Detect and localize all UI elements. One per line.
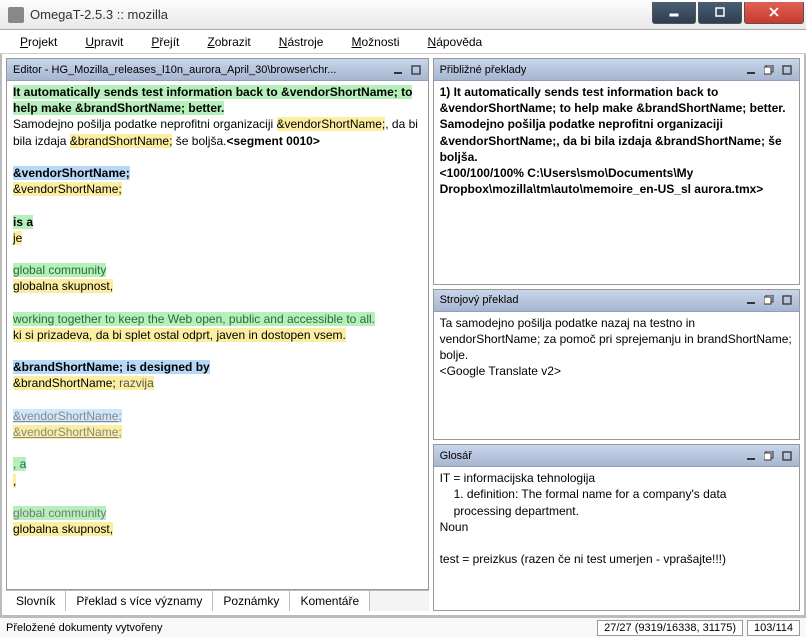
status-bar: Přeložené dokumenty vytvořeny 27/27 (931… (0, 617, 806, 637)
panel-maximize-icon[interactable] (779, 292, 795, 308)
aux-column: Přibližné překlady 1) It automatically s… (433, 58, 800, 611)
panel-maximize-icon[interactable] (408, 62, 424, 78)
panel-minimize-icon[interactable] (390, 62, 406, 78)
tab-komentare[interactable]: Komentáře (290, 591, 370, 611)
gloss-l1: IT = informacijska tehnologija (440, 470, 797, 486)
menu-nastroje[interactable]: Nástroje (267, 32, 336, 52)
close-button[interactable] (744, 2, 804, 24)
glossary-panel: Glosář IT = informacijska tehnologija 1.… (433, 444, 800, 611)
fuzzy-title: Přibližné překlady (440, 64, 741, 76)
tab-slovnik[interactable]: Slovník (6, 591, 66, 611)
mt-header[interactable]: Strojový překlad (434, 290, 799, 312)
menu-upravit[interactable]: Upravit (73, 32, 135, 52)
seg-source: It automatically sends test information … (13, 85, 412, 115)
var2-trg: &vendorShortName; (13, 425, 122, 439)
menu-moznosti[interactable]: Možnosti (339, 32, 411, 52)
seg-target-e: še boljša. (172, 134, 226, 148)
var2-src: &vendorShortName; (13, 409, 122, 423)
comma-src: , a (13, 457, 26, 471)
app-icon (8, 7, 24, 23)
mt-body[interactable]: Ta samodejno pošilja podatke nazaj na te… (434, 312, 799, 440)
seg-target-a: Samodejno pošilja podatke neprofitni org… (13, 117, 277, 131)
panel-minimize-icon[interactable] (743, 62, 759, 78)
comma-trg: , (13, 474, 16, 488)
menu-bar: Projekt Upravit Přejít Zobrazit Nástroje… (0, 30, 806, 54)
menu-prejit[interactable]: Přejít (139, 32, 191, 52)
fuzzy-meta: <100/100/100% C:\Users\smo\Documents\My … (440, 165, 797, 197)
glossary-header[interactable]: Glosář (434, 445, 799, 467)
gc2-trg: globalna skupnost, (13, 522, 113, 536)
work-src: working together to keep the Web open, p… (13, 312, 375, 326)
maximize-button[interactable] (698, 2, 742, 24)
bottom-tabs: Slovník Překlad s více významy Poznámky … (6, 590, 429, 611)
status-progress: 103/114 (747, 620, 800, 636)
panel-minimize-icon[interactable] (743, 292, 759, 308)
fuzzy-trg: Samodejno pošilja podatke neprofitni org… (440, 116, 797, 165)
status-counts: 27/27 (9319/16338, 31175) (597, 620, 743, 636)
seg-target-d: &brandShortName; (70, 134, 173, 148)
panel-restore-icon[interactable] (761, 292, 777, 308)
menu-zobrazit[interactable]: Zobrazit (195, 32, 262, 52)
editor-body[interactable]: It automatically sends test information … (7, 81, 428, 589)
tab-preklad-vice[interactable]: Překlad s více významy (66, 591, 213, 611)
window-titlebar: OmegaT-2.5.3 :: mozilla (0, 0, 806, 30)
brand-trg2: razvija (116, 376, 154, 390)
fuzzy-panel: Přibližné překlady 1) It automatically s… (433, 58, 800, 285)
gloss-l2b: processing department. (440, 503, 797, 519)
panel-maximize-icon[interactable] (779, 62, 795, 78)
var1-trg: &vendorShortName; (13, 182, 122, 196)
gc1-trg: globalna skupnost, (13, 279, 113, 293)
gc1-src: global community (13, 263, 106, 277)
mt-title: Strojový překlad (440, 294, 741, 306)
status-message: Přeložené dokumenty vytvořeny (6, 622, 163, 634)
glossary-body[interactable]: IT = informacijska tehnologija 1. defini… (434, 467, 799, 610)
fuzzy-body[interactable]: 1) It automatically sends test informati… (434, 81, 799, 284)
mt-engine: <Google Translate v2> (440, 363, 797, 379)
isa-src: is a (13, 215, 33, 229)
panel-restore-icon[interactable] (761, 62, 777, 78)
segment-tag: <segment 0010> (226, 134, 319, 148)
editor-title: Editor - HG_Mozilla_releases_l10n_aurora… (13, 64, 388, 76)
editor-column: Editor - HG_Mozilla_releases_l10n_aurora… (6, 58, 429, 611)
editor-header[interactable]: Editor - HG_Mozilla_releases_l10n_aurora… (7, 59, 428, 81)
glossary-title: Glosář (440, 450, 741, 462)
fuzzy-header[interactable]: Přibližné překlady (434, 59, 799, 81)
minimize-button[interactable] (652, 2, 696, 24)
panel-minimize-icon[interactable] (743, 448, 759, 464)
editor-panel: Editor - HG_Mozilla_releases_l10n_aurora… (6, 58, 429, 590)
menu-napoveda[interactable]: Nápověda (416, 32, 495, 52)
fuzzy-src: 1) It automatically sends test informati… (440, 84, 797, 116)
window-title: OmegaT-2.5.3 :: mozilla (30, 7, 652, 22)
window-controls (652, 6, 804, 24)
mt-text: Ta samodejno pošilja podatke nazaj na te… (440, 315, 797, 364)
menu-projekt[interactable]: Projekt (8, 32, 69, 52)
gloss-l3: Noun (440, 519, 797, 535)
gloss-l2a: 1. definition: The formal name for a com… (440, 486, 797, 502)
mt-panel: Strojový překlad Ta samodejno pošilja po… (433, 289, 800, 441)
var1-src: &vendorShortName; (13, 166, 130, 180)
brand-src: &brandShortName; is designed by (13, 360, 210, 374)
isa-trg: je (13, 231, 22, 245)
panel-restore-icon[interactable] (761, 448, 777, 464)
panel-maximize-icon[interactable] (779, 448, 795, 464)
tab-poznamky[interactable]: Poznámky (213, 591, 290, 611)
seg-target-b: &vendorShortName; (277, 117, 386, 131)
gloss-l4: test = preizkus (razen če ni test umerje… (440, 551, 797, 567)
gc2-src: global community (13, 506, 106, 520)
brand-trg1: &brandShortName; (13, 376, 116, 390)
work-trg: ki si prizadeva, da bi splet ostal odprt… (13, 328, 346, 342)
workspace: Editor - HG_Mozilla_releases_l10n_aurora… (0, 54, 806, 617)
